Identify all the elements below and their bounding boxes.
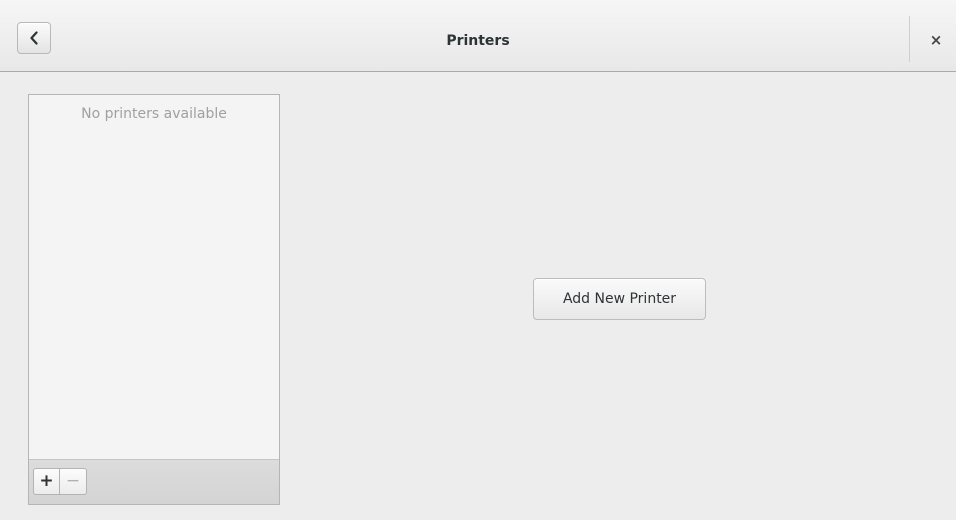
- remove-printer-button[interactable]: −: [60, 468, 87, 495]
- window-title: Printers: [446, 33, 510, 49]
- empty-list-label: No printers available: [81, 106, 227, 122]
- plus-icon: +: [39, 471, 54, 491]
- add-new-printer-button[interactable]: Add New Printer: [533, 278, 706, 320]
- printer-list-toolbar: + −: [29, 459, 279, 504]
- close-button[interactable]: ×: [926, 30, 946, 50]
- header-bar: Printers ×: [0, 0, 956, 72]
- close-icon: ×: [929, 31, 943, 49]
- printers-window: Printers × No printers available + − Add…: [0, 0, 956, 520]
- add-printer-small-button[interactable]: +: [33, 468, 60, 495]
- header-separator: [909, 16, 910, 62]
- printer-list: No printers available + −: [28, 94, 280, 505]
- minus-icon: −: [65, 471, 81, 491]
- add-remove-button-group: + −: [33, 468, 87, 495]
